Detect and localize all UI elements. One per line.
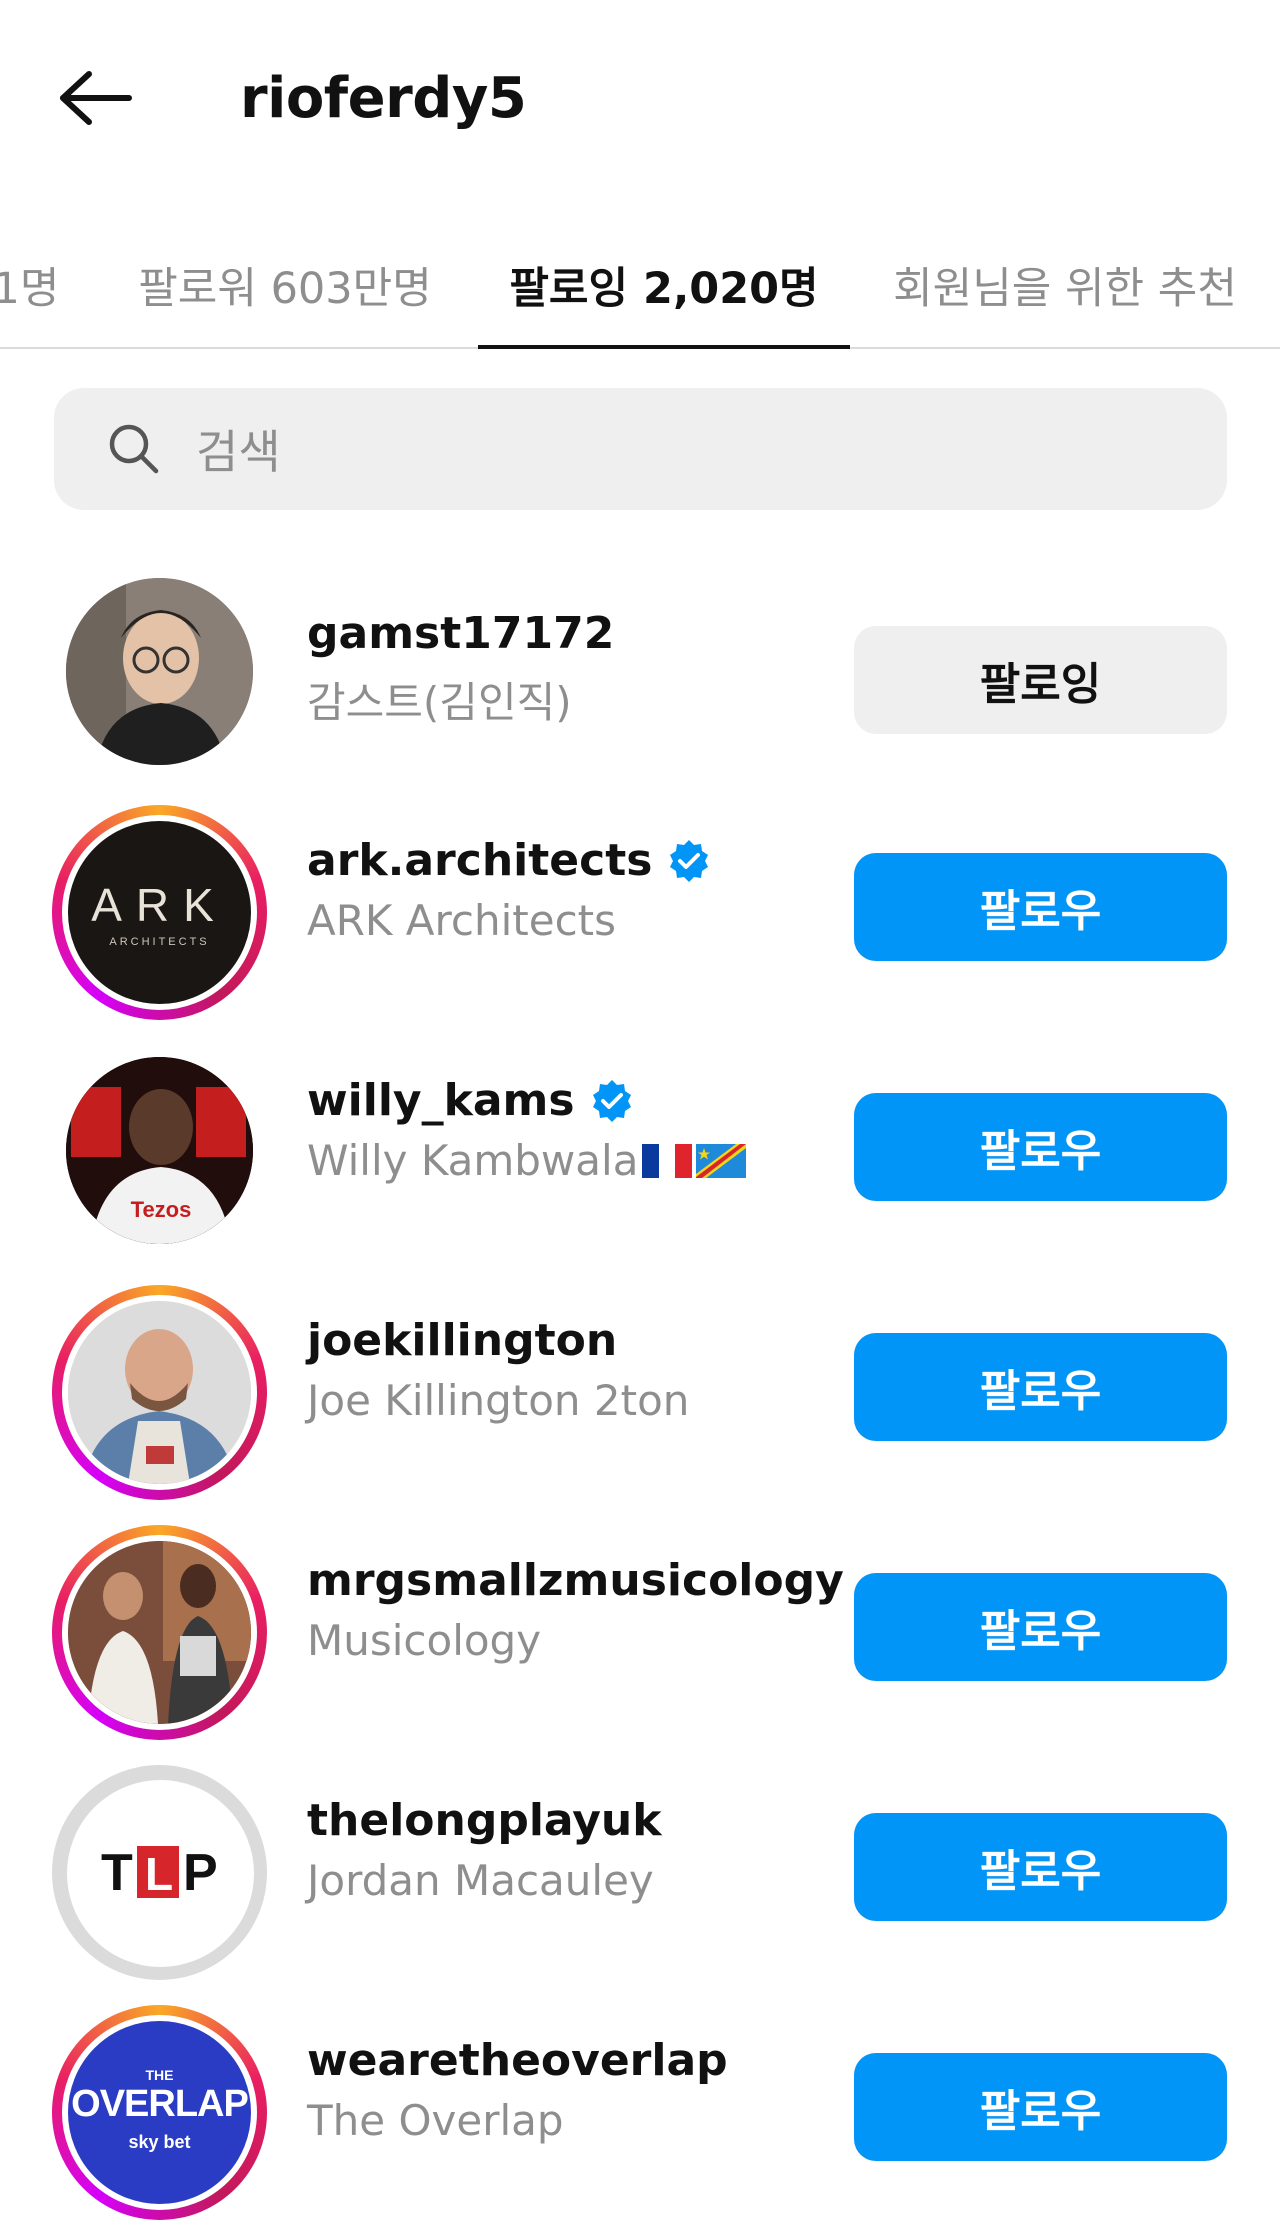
full-name: The Overlap bbox=[307, 2096, 564, 2145]
ark-logo-subtext: ARCHITECTS bbox=[109, 935, 210, 948]
list-item[interactable]: T L P thelongplayuk Jordan Macauley 팔로우 bbox=[0, 1765, 1280, 1985]
ark-logo-text: ARK bbox=[91, 878, 228, 931]
username-text: willy_kams bbox=[307, 1075, 575, 1126]
user-info: joekillington Joe Killington 2ton bbox=[307, 1315, 689, 1425]
follow-button[interactable]: 팔로우 bbox=[854, 1093, 1227, 1201]
avatar[interactable]: THE OVERLAP sky bet bbox=[52, 2005, 267, 2220]
dr-congo-flag-icon bbox=[696, 1143, 747, 1178]
follow-button[interactable]: 팔로우 bbox=[854, 2053, 1227, 2161]
verified-badge-icon bbox=[592, 1079, 631, 1122]
overlap-logo-top: THE bbox=[145, 2066, 174, 2083]
player-photo-avatar: Tezos bbox=[66, 1057, 253, 1244]
overlap-logo-text: OVERLAP bbox=[71, 2082, 249, 2125]
avatar[interactable] bbox=[52, 1285, 267, 1500]
svg-text:P: P bbox=[183, 1844, 218, 1902]
france-flag-icon bbox=[642, 1143, 693, 1178]
list-item[interactable]: gamst17172 감스트(김인직) 팔로잉 bbox=[0, 578, 1280, 798]
username[interactable]: ark.architects bbox=[307, 835, 712, 886]
username[interactable]: mrgsmallzmusicology bbox=[307, 1555, 844, 1606]
username[interactable]: thelongplayuk bbox=[307, 1795, 662, 1846]
avatar[interactable]: T L P bbox=[52, 1765, 267, 1980]
tab-suggested[interactable]: 회원님을 위한 추천 bbox=[880, 222, 1250, 347]
username[interactable]: wearetheoverlap bbox=[307, 2035, 728, 2086]
svg-text:T: T bbox=[101, 1844, 133, 1902]
tab-mutual[interactable]: 1명 bbox=[0, 222, 66, 347]
group-photo-avatar bbox=[62, 1535, 257, 1730]
follow-button[interactable]: 팔로우 bbox=[854, 1333, 1227, 1441]
username[interactable]: gamst17172 bbox=[307, 608, 614, 659]
user-info: gamst17172 감스트(김인직) bbox=[307, 608, 614, 730]
list-item[interactable]: mrgsmallzmusicology Musicology 팔로우 bbox=[0, 1525, 1280, 1745]
overlap-logo-sponsor: sky bet bbox=[128, 2131, 191, 2152]
full-name: Musicology bbox=[307, 1616, 542, 1665]
person-photo-avatar bbox=[66, 578, 253, 765]
tlp-logo-avatar: T L P bbox=[66, 1779, 255, 1968]
verified-badge-icon bbox=[670, 839, 709, 882]
tab-followers[interactable]: 팔로워 603만명 bbox=[130, 222, 440, 347]
list-item[interactable]: Tezos willy_kams Willy Kambwala 팔로우 bbox=[0, 1045, 1280, 1265]
user-info: mrgsmallzmusicology Musicology bbox=[307, 1555, 844, 1665]
follow-button[interactable]: 팔로우 bbox=[854, 1573, 1227, 1681]
person-photo-avatar bbox=[62, 1295, 257, 1490]
ark-logo-avatar: ARK ARCHITECTS bbox=[62, 815, 257, 1010]
back-button[interactable] bbox=[50, 58, 140, 138]
search-input[interactable]: 검색 bbox=[54, 388, 1227, 510]
search-placeholder: 검색 bbox=[196, 425, 281, 479]
follow-button[interactable]: 팔로우 bbox=[854, 853, 1227, 961]
profile-username-title: rioferdy5 bbox=[240, 65, 527, 131]
svg-text:L: L bbox=[145, 1848, 173, 1900]
sponsor-text: Tezos bbox=[131, 1197, 192, 1222]
follow-tabs: 1명 팔로워 603만명 팔로잉 2,020명 회원님을 위한 추천 bbox=[0, 222, 1280, 349]
full-name: ARK Architects bbox=[307, 896, 617, 945]
list-item[interactable]: ARK ARCHITECTS ark.architects ARK Archit… bbox=[0, 805, 1280, 1025]
tab-following[interactable]: 팔로잉 2,020명 bbox=[478, 222, 850, 349]
user-info: willy_kams Willy Kambwala bbox=[307, 1075, 747, 1185]
user-info: ark.architects ARK Architects bbox=[307, 835, 712, 945]
full-name: Willy Kambwala bbox=[307, 1136, 747, 1185]
follow-button[interactable]: 팔로우 bbox=[854, 1813, 1227, 1921]
user-info: wearetheoverlap The Overlap bbox=[307, 2035, 728, 2145]
search-icon bbox=[109, 424, 159, 474]
overlap-logo-avatar: THE OVERLAP sky bet bbox=[62, 2015, 257, 2210]
tlp-logo-icon: T L P bbox=[101, 1844, 218, 1902]
username[interactable]: willy_kams bbox=[307, 1075, 746, 1126]
full-name: Joe Killington 2ton bbox=[307, 1376, 690, 1425]
list-item[interactable]: joekillington Joe Killington 2ton 팔로우 bbox=[0, 1285, 1280, 1505]
full-name-text: Willy Kambwala bbox=[307, 1136, 639, 1185]
top-bar: rioferdy5 bbox=[0, 0, 1280, 190]
full-name: 감스트(김인직) bbox=[307, 678, 572, 727]
avatar[interactable]: ARK ARCHITECTS bbox=[52, 805, 267, 1020]
username-text: ark.architects bbox=[307, 835, 653, 886]
full-name: Jordan Macauley bbox=[307, 1856, 654, 1905]
arrow-left-icon bbox=[60, 71, 132, 125]
list-item[interactable]: THE OVERLAP sky bet wearetheoverlap The … bbox=[0, 2005, 1280, 2225]
following-button[interactable]: 팔로잉 bbox=[854, 626, 1227, 734]
avatar[interactable] bbox=[66, 578, 253, 765]
avatar[interactable] bbox=[52, 1525, 267, 1740]
avatar[interactable]: Tezos bbox=[66, 1057, 253, 1244]
username[interactable]: joekillington bbox=[307, 1315, 689, 1366]
user-info: thelongplayuk Jordan Macauley bbox=[307, 1795, 662, 1905]
